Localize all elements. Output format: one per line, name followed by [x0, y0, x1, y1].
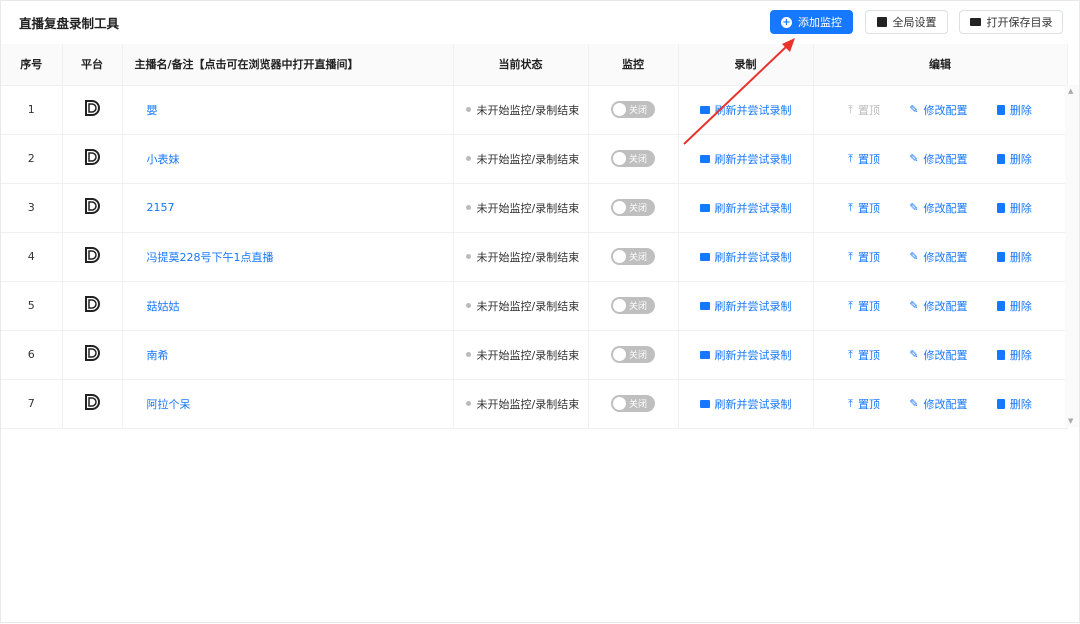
annotation-arrow	[683, 38, 795, 145]
